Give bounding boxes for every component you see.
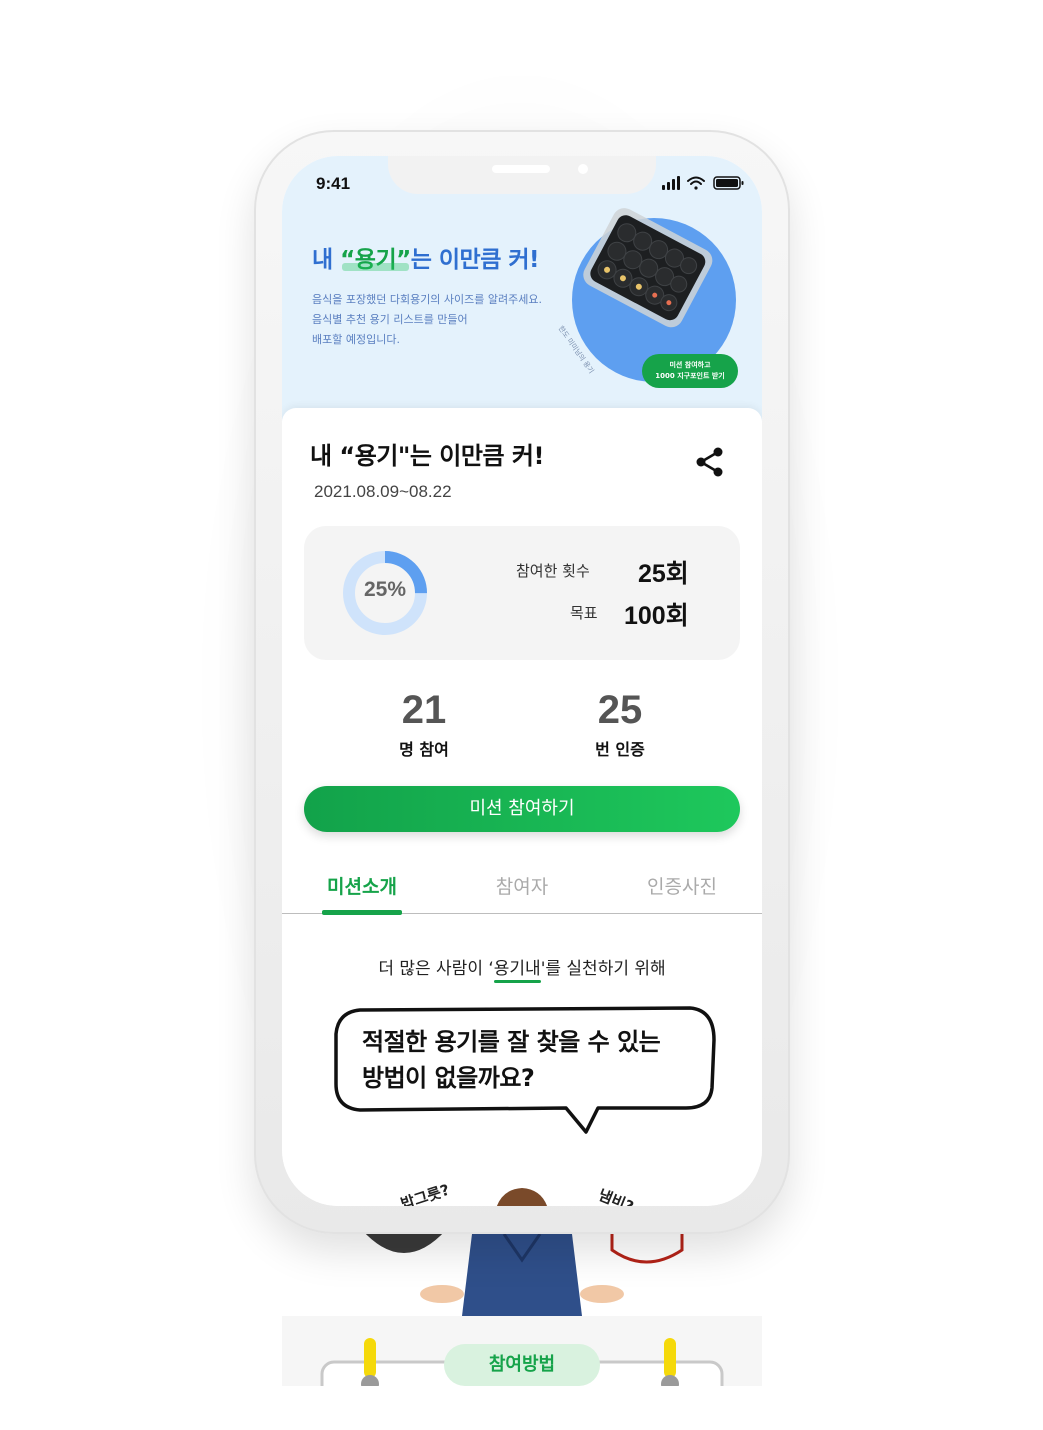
banner-description-line: 음식별 추천 용기 리스트를 만들어 [312,313,468,326]
mission-tabs: 미션소개 참여자 인증사진 [282,860,762,915]
active-tab-indicator [322,910,402,915]
mission-period: 2021.08.09~08.22 [314,482,452,501]
participation-count-label: 참여한 횟수 [516,562,590,580]
goal-label: 목표 [570,604,598,622]
intro-lead-highlight: 용기내 [493,959,541,979]
stage: 참여방법 내 “용기”는 이만큼 커! 음식을 포장했던 다회용기의 사이즈를 … [0,0,1043,1430]
certifications-label: 번 인증 [595,740,645,759]
mission-title: 내 “용기"는 이만큼 커! [310,442,544,470]
banner-description-line: 음식을 포장했던 다회용기의 사이즈를 알려주세요. [312,293,543,306]
participants-label: 명 참여 [399,740,449,759]
speech-bubble-line: 방법이 없을까요? [362,1064,535,1092]
progress-stats-box: 25% 참여한 횟수 25회 목표 100회 [304,526,740,660]
phone-screen: 내 “용기”는 이만큼 커! 음식을 포장했던 다회용기의 사이즈를 알려주세요… [282,156,762,1206]
mission-card: 내 “용기"는 이만큼 커! 2021.08.09~08.22 25% 참여한 … [282,408,762,1206]
banner-title-highlight: “용기” [340,247,411,273]
signal-icon [662,176,680,190]
banner-description: 음식을 포장했던 다회용기의 사이즈를 알려주세요. 음식별 추천 용기 리스트… [312,290,572,350]
intro-lead-after: '를 실천하기 위해 [540,959,666,979]
points-badge-line: 1000 지구포인트 받기 [655,372,725,380]
status-icons [662,176,744,190]
participants-count-block: 21 명 참여 [364,688,484,760]
participation-count-value: 25회 [638,560,689,588]
banner-title-suffix: 는 이만큼 커! [410,247,540,273]
camera [578,164,588,174]
mission-banner: 내 “용기”는 이만큼 커! 음식을 포장했던 다회용기의 사이즈를 알려주세요… [282,156,762,426]
device-notch [388,156,656,194]
points-badge[interactable]: 미션 참여하고 1000 지구포인트 받기 [642,354,738,388]
status-time: 9:41 [316,174,351,193]
certifications-count: 25 [597,688,643,732]
share-icon[interactable] [692,444,728,480]
banner-title-prefix: 내 [312,247,341,273]
intro-lead-before: 더 많은 사람이 ‘ [378,959,494,979]
wifi-icon [687,176,705,190]
points-badge-line: 미션 참여하고 [669,361,711,369]
join-mission-button[interactable]: 미션 참여하기 [304,786,740,832]
character-illustration [497,1188,547,1206]
banner-description-line: 배포할 예정입니다. [312,333,400,346]
intro-lead-text: 더 많은 사람이 ‘용기내'를 실천하기 위해 [282,954,762,979]
participation-method-label: 참여방법 [444,1344,600,1386]
tab-certification-photos[interactable]: 인증사진 [602,872,762,899]
speech-bubble-line: 적절한 용기를 잘 찾을 수 있는 [362,1028,661,1056]
speaker [492,165,550,173]
battery-icon [713,176,744,190]
progress-percent-label: 25% [363,578,407,601]
tab-participants[interactable]: 참여자 [442,872,602,899]
certifications-count-block: 25 번 인증 [560,688,680,760]
banner-title: 내 “용기”는 이만큼 커! [312,240,540,274]
participants-count: 21 [401,688,447,732]
speech-bubble-text: 적절한 용기를 잘 찾을 수 있는 방법이 없을까요? [362,1024,702,1096]
gimbap-container-photo [583,208,713,328]
tab-mission-intro[interactable]: 미션소개 [282,872,442,899]
goal-value: 100회 [624,602,689,630]
